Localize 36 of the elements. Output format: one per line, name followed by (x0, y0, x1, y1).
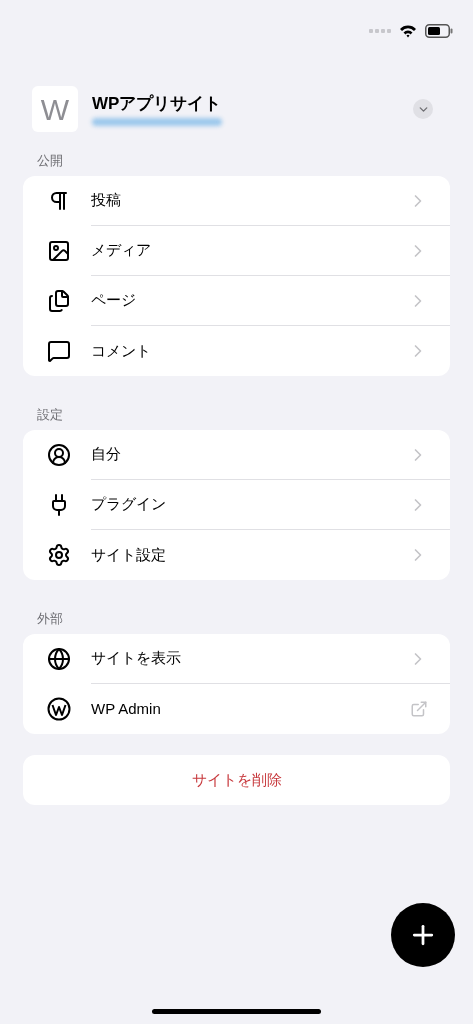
delete-site-button[interactable]: サイトを削除 (23, 755, 450, 805)
image-icon (47, 239, 71, 263)
menu-label: サイト設定 (91, 544, 167, 565)
menu-label: WP Admin (91, 698, 162, 719)
menu-row[interactable]: 投稿 (23, 176, 450, 226)
documents-icon (47, 289, 71, 313)
menu-label: プラグイン (91, 494, 167, 515)
menu-row[interactable]: プラグイン (23, 480, 450, 530)
external-link-icon (410, 700, 428, 718)
menu-row[interactable]: コメント (23, 326, 450, 376)
wifi-icon (399, 24, 417, 38)
menu-row[interactable]: サイトを表示 (23, 634, 450, 684)
signal-icon (369, 28, 391, 34)
site-name: WPアプリサイト (92, 92, 223, 115)
wordpress-logo-icon (47, 697, 71, 721)
settings-icon (47, 543, 71, 567)
menu-label: メディア (91, 240, 152, 261)
menu-label: 自分 (91, 444, 122, 465)
site-switcher-button[interactable] (413, 99, 433, 119)
battery-icon (425, 24, 453, 38)
user-circle-icon (47, 443, 71, 467)
menu-label: サイトを表示 (91, 648, 182, 669)
section-header: 設定 (36, 407, 64, 423)
site-icon: W (32, 86, 78, 132)
menu-row[interactable]: サイト設定 (23, 530, 450, 580)
menu-row[interactable]: ページ (23, 276, 450, 326)
menu-row[interactable]: WP Admin (23, 684, 450, 734)
menu-label: コメント (91, 340, 152, 361)
section-header: 外部 (36, 611, 64, 627)
menu-row[interactable]: メディア (23, 226, 450, 276)
menu-label: ページ (91, 290, 137, 311)
menu-label: 投稿 (91, 190, 122, 211)
section-header: 公開 (36, 153, 64, 169)
menu-row[interactable]: 自分 (23, 430, 450, 480)
globe-icon (47, 647, 71, 671)
speech-bubble-icon (47, 339, 71, 363)
